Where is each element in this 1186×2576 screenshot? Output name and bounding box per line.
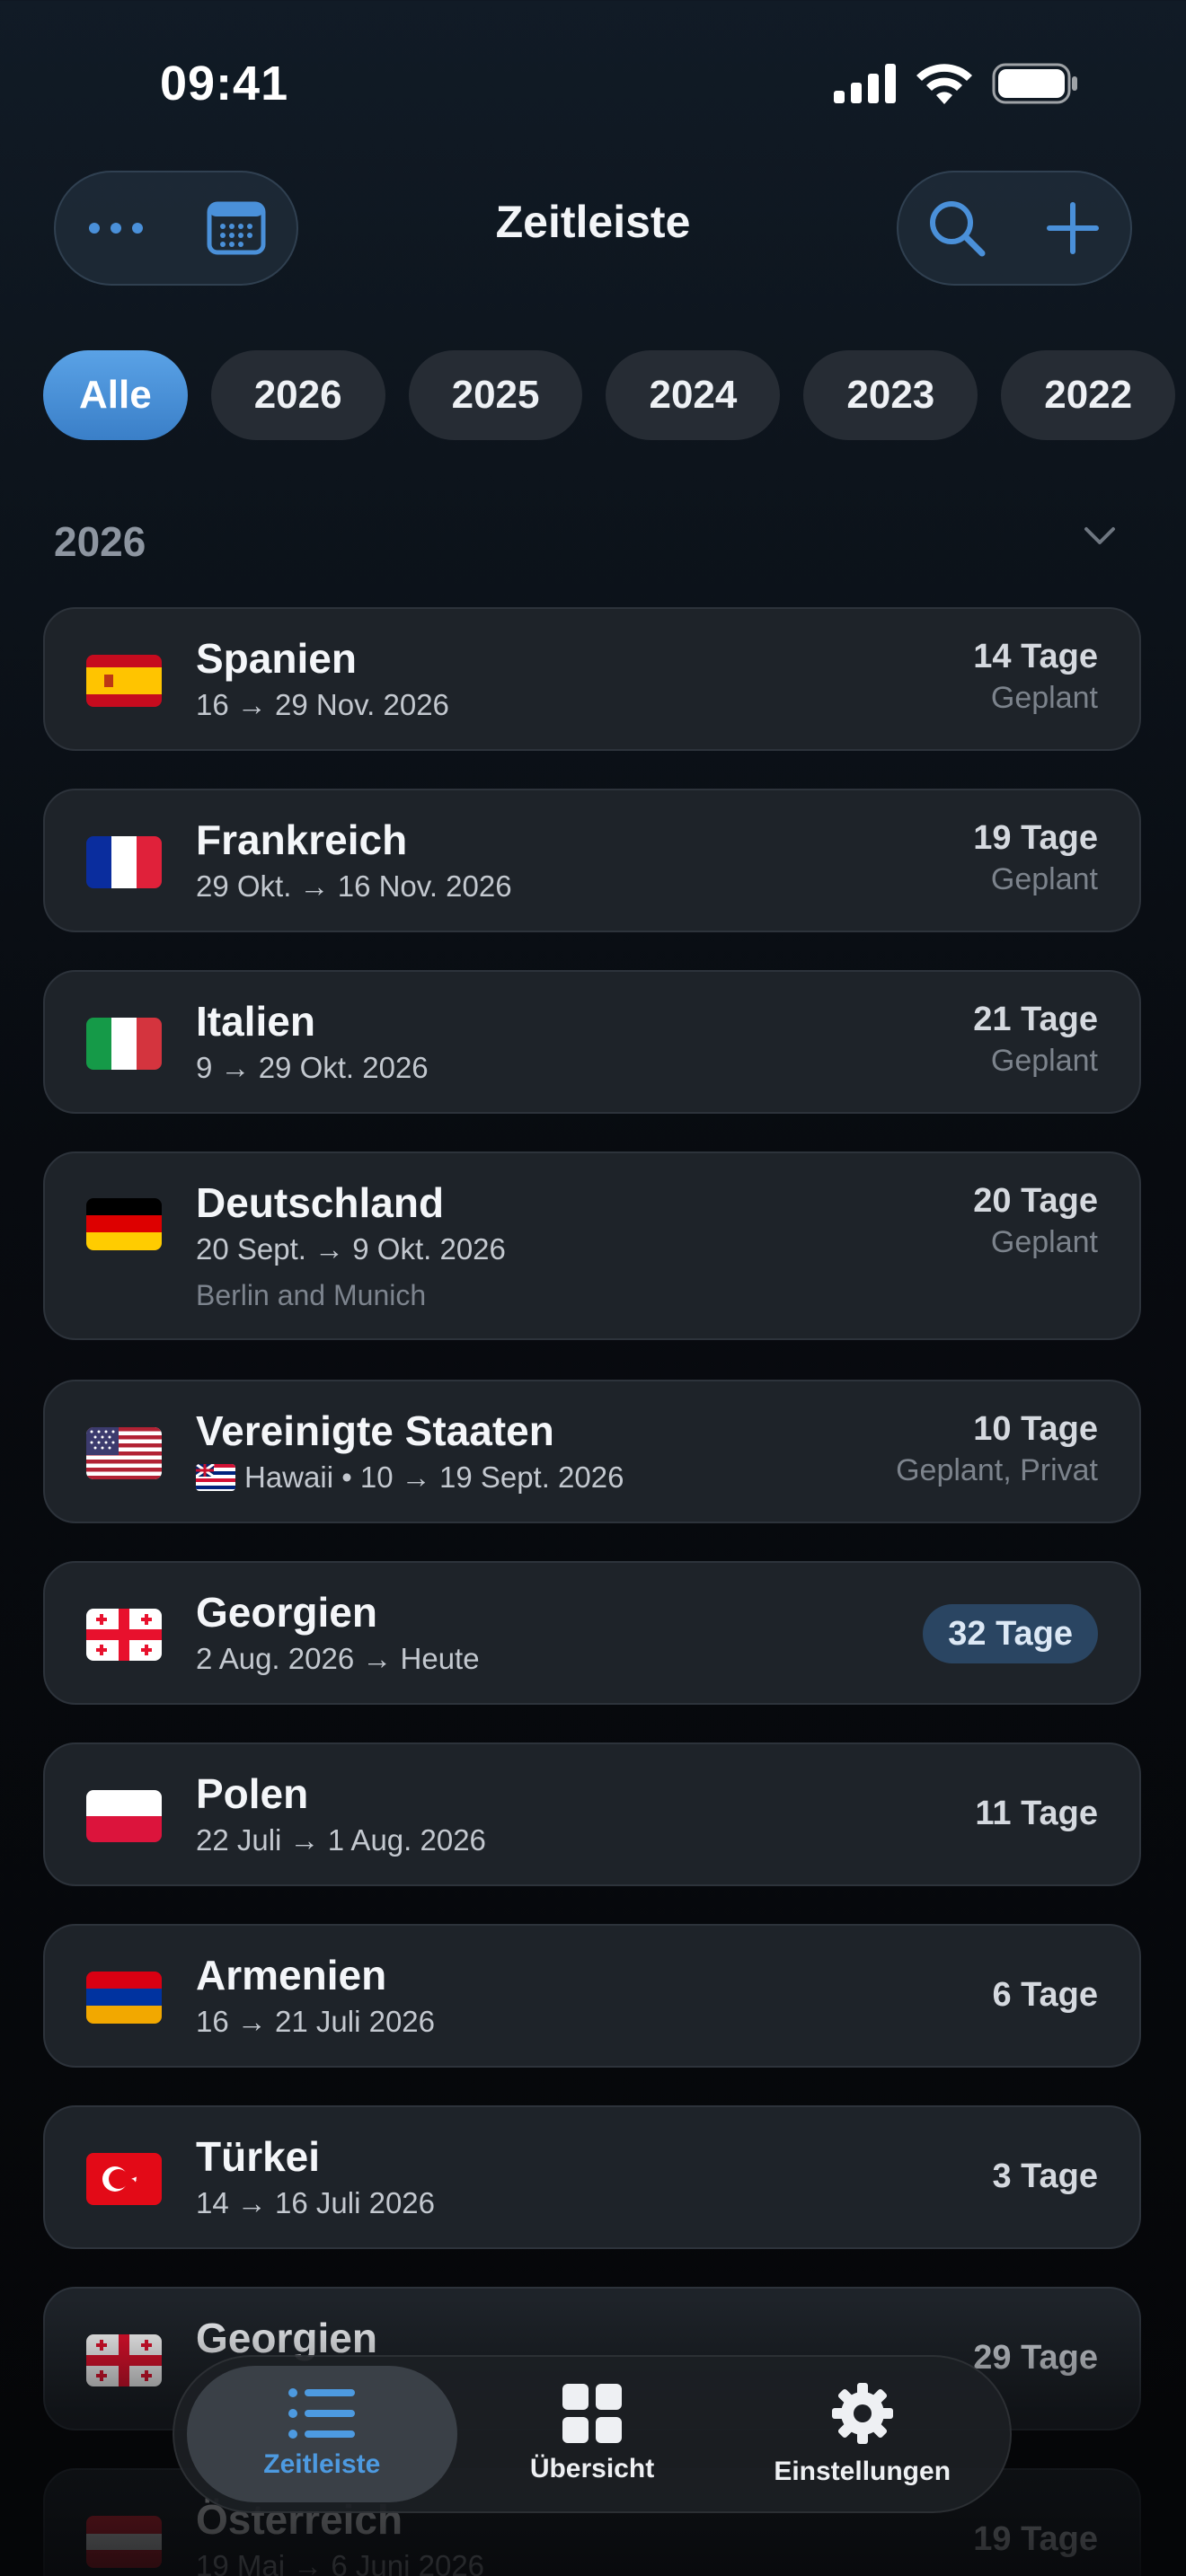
trip-days: 10 Tage — [973, 1410, 1098, 1448]
filter-chip-2022[interactable]: 2022 — [1001, 350, 1176, 440]
flag-turkey-icon — [86, 2153, 162, 2205]
flag-poland-icon — [86, 1790, 162, 1842]
section-year-header: 2026 — [54, 518, 146, 565]
tab-bar: Zeitleiste Übersicht Einstellungen — [173, 2355, 1012, 2513]
flag-georgia-icon — [86, 1609, 162, 1661]
trip-card[interactable]: Türkei 14 → 16 Juli 2026 3 Tage — [43, 2105, 1141, 2249]
chevron-down-icon — [1084, 527, 1115, 544]
trip-days: 20 Tage — [973, 1182, 1098, 1220]
trip-country: Türkei — [196, 2133, 321, 2180]
trip-dates: 16 → 21 Juli 2026 — [196, 2005, 436, 2038]
trip-country: Armenien — [196, 1952, 387, 1998]
trip-days: 3 Tage — [992, 2157, 1098, 2195]
flag-spain-icon — [86, 655, 162, 707]
trip-country: Georgien — [196, 1589, 377, 1636]
trip-days: 11 Tage — [975, 1795, 1098, 1832]
trip-dates: 20 Sept. → 9 Okt. 2026 — [196, 1232, 506, 1266]
tab-settings[interactable]: Einstellungen — [727, 2366, 997, 2502]
trip-country: Polen — [196, 1770, 309, 1817]
year-filter-chips: Alle 2026 2025 2024 2023 2022 — [43, 350, 1176, 440]
tab-label: Zeitleiste — [263, 2449, 381, 2479]
trip-days: 19 Tage — [973, 2520, 1098, 2558]
tab-overview[interactable]: Übersicht — [457, 2366, 728, 2502]
tab-timeline[interactable]: Zeitleiste — [187, 2366, 457, 2502]
trip-country: Italien — [196, 998, 315, 1045]
trip-country: Vereinigte Staaten — [196, 1407, 554, 1454]
flag-hawaii-icon — [196, 1464, 235, 1491]
trip-status: Geplant — [990, 681, 1098, 715]
section-collapse-button[interactable] — [1084, 526, 1116, 551]
flag-armenia-icon — [86, 1972, 162, 2024]
trip-dates: 29 Okt. → 16 Nov. 2026 — [196, 869, 512, 903]
gear-icon — [831, 2383, 893, 2444]
trip-card[interactable]: Polen 22 Juli → 1 Aug. 2026 11 Tage — [43, 1742, 1141, 1886]
flag-france-icon — [86, 836, 162, 888]
trip-days: 19 Tage — [973, 819, 1098, 857]
trip-days: 6 Tage — [992, 1976, 1098, 2014]
trip-card[interactable]: Vereinigte Staaten Hawaii • 10 → 19 Sept… — [43, 1380, 1141, 1523]
filter-chip-2026[interactable]: 2026 — [210, 350, 385, 440]
filter-chip-2025[interactable]: 2025 — [408, 350, 583, 440]
status-time: 09:41 — [160, 57, 289, 110]
trip-card[interactable]: Italien 9 → 29 Okt. 2026 21 Tage Geplant — [43, 970, 1141, 1114]
signal-icon — [834, 64, 896, 103]
header-right-controls — [897, 171, 1132, 286]
trip-dates: 22 Juli → 1 Aug. 2026 — [196, 1823, 486, 1857]
trip-status: Geplant — [990, 1225, 1098, 1259]
trip-dates-row: Hawaii • 10 → 19 Sept. 2026 — [196, 1460, 624, 1495]
trip-days: 21 Tage — [973, 1001, 1098, 1038]
tab-label: Übersicht — [529, 2454, 655, 2483]
flag-georgia-icon — [86, 2334, 162, 2386]
flag-austria-icon — [86, 2516, 162, 2568]
search-icon — [929, 201, 985, 257]
tab-label: Einstellungen — [774, 2457, 951, 2486]
trip-dates: 14 → 16 Juli 2026 — [196, 2186, 436, 2219]
trip-card[interactable]: Deutschland 20 Sept. → 9 Okt. 2026 Berli… — [43, 1151, 1141, 1340]
trip-dates: 19 Mai → 6 Juni 2026 — [196, 2549, 485, 2576]
filter-chip-2024[interactable]: 2024 — [606, 350, 781, 440]
flag-germany-icon — [86, 1198, 162, 1250]
trip-country: Frankreich — [196, 816, 408, 863]
trip-status: Geplant — [990, 862, 1098, 896]
trip-days-badge: 32 Tage — [923, 1604, 1098, 1663]
wifi-icon — [916, 64, 972, 104]
trip-card[interactable]: Spanien 16 → 29 Nov. 2026 14 Tage Geplan… — [43, 607, 1141, 751]
search-button[interactable] — [914, 185, 1000, 271]
list-icon — [288, 2388, 356, 2439]
trip-status: Geplant — [990, 1044, 1098, 1078]
trip-card[interactable]: Armenien 16 → 21 Juli 2026 6 Tage — [43, 1924, 1141, 2068]
plus-icon — [1046, 202, 1099, 254]
filter-chip-2023[interactable]: 2023 — [803, 350, 978, 440]
trip-dates: 16 → 29 Nov. 2026 — [196, 688, 449, 721]
trip-country: Spanien — [196, 635, 357, 682]
battery-icon — [992, 63, 1077, 104]
add-trip-button[interactable] — [1030, 185, 1116, 271]
filter-chip-all[interactable]: Alle — [43, 350, 188, 440]
trip-note: Berlin and Munich — [196, 1279, 427, 1311]
trip-country: Deutschland — [196, 1179, 445, 1226]
trip-dates: 2 Aug. 2026 → Heute — [196, 1642, 480, 1675]
trip-card[interactable]: Frankreich 29 Okt. → 16 Nov. 2026 19 Tag… — [43, 789, 1141, 932]
trip-dates: 9 → 29 Okt. 2026 — [196, 1051, 429, 1084]
trip-status: Geplant, Privat — [896, 1453, 1098, 1487]
status-icons — [834, 63, 1078, 104]
trip-days: 14 Tage — [973, 638, 1098, 675]
flag-italy-icon — [86, 1018, 162, 1070]
trip-dates: Hawaii • 10 → 19 Sept. 2026 — [244, 1460, 624, 1494]
grid-icon — [562, 2384, 622, 2443]
trip-days: 29 Tage — [973, 2339, 1098, 2377]
flag-usa-icon — [86, 1427, 162, 1479]
trip-card[interactable]: Georgien 2 Aug. 2026 → Heute 32 Tage — [43, 1561, 1141, 1705]
